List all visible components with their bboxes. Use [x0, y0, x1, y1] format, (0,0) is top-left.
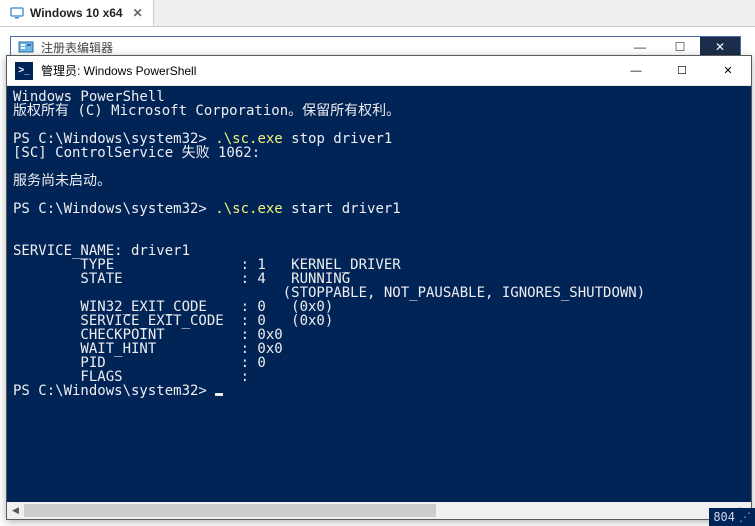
resize-grip-icon[interactable]: ⋰: [739, 510, 749, 524]
window-title: 管理员: Windows PowerShell: [41, 62, 196, 79]
prompt: PS C:\Windows\system32>: [13, 201, 215, 217]
scroll-left-icon[interactable]: ◀: [7, 502, 24, 519]
powershell-icon: >_: [15, 62, 33, 80]
output-line: 服务尚未启动。: [13, 173, 111, 189]
cursor-icon: [215, 393, 223, 396]
horizontal-scrollbar[interactable]: ◀ ▶: [7, 502, 751, 519]
command-exe: .\sc.exe: [215, 201, 282, 217]
vm-tab-bar: Windows 10 x64 ✕: [0, 0, 755, 27]
banner-line: 版权所有 (C) Microsoft Corporation。保留所有权利。: [13, 103, 400, 119]
close-button[interactable]: ✕: [700, 37, 740, 57]
scrollbar-track[interactable]: [24, 502, 734, 519]
terminal-body[interactable]: Windows PowerShell 版权所有 (C) Microsoft Co…: [7, 86, 751, 519]
command-args: start driver1: [283, 201, 401, 217]
minimize-button[interactable]: —: [613, 56, 659, 85]
command-args: stop driver1: [283, 131, 393, 147]
status-value: 804: [713, 510, 735, 524]
status-bar: 804 ⋰: [709, 508, 755, 526]
powershell-window: >_ 管理员: Windows PowerShell — ☐ ✕ Windows…: [6, 55, 752, 520]
regedit-title: 注册表编辑器: [41, 39, 113, 56]
scrollbar-thumb[interactable]: [24, 504, 436, 517]
minimize-button[interactable]: —: [620, 37, 660, 57]
output-line: [SC] ControlService 失败 1062:: [13, 145, 260, 161]
close-icon[interactable]: ✕: [133, 6, 143, 20]
vm-tab-label: Windows 10 x64: [30, 6, 123, 20]
maximize-button[interactable]: ☐: [660, 37, 700, 57]
monitor-icon: [10, 6, 24, 20]
registry-icon: [17, 38, 35, 56]
maximize-button[interactable]: ☐: [659, 56, 705, 85]
powershell-titlebar[interactable]: >_ 管理员: Windows PowerShell — ☐ ✕: [7, 56, 751, 86]
vm-tab-windows10[interactable]: Windows 10 x64 ✕: [0, 0, 154, 26]
close-button[interactable]: ✕: [705, 56, 751, 85]
terminal-output: Windows PowerShell 版权所有 (C) Microsoft Co…: [7, 86, 751, 402]
prompt: PS C:\Windows\system32>: [13, 383, 215, 399]
